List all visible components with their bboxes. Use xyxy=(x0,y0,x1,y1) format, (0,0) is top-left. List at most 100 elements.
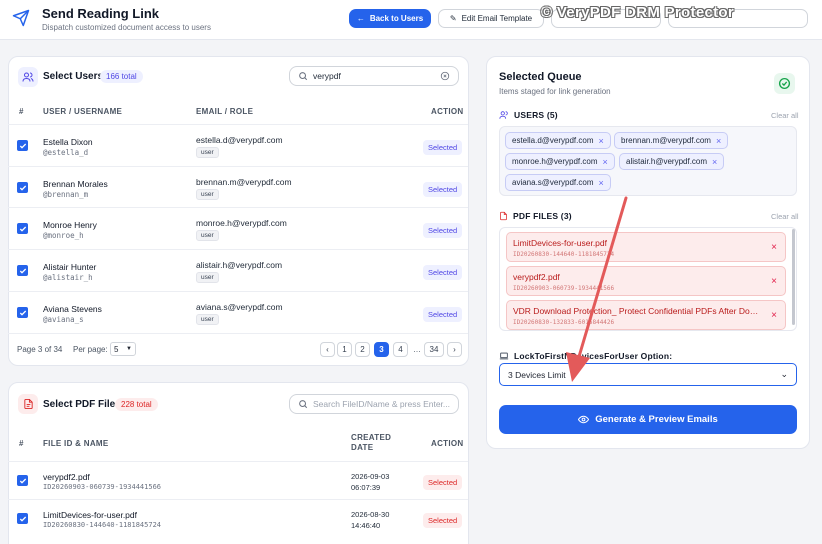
col-header-email: EMAIL / ROLE xyxy=(196,107,254,116)
row-checkbox[interactable] xyxy=(17,140,28,151)
send-icon xyxy=(12,9,30,27)
chip-label: alistair.h@verypdf.com xyxy=(626,157,708,166)
pagination-page-2[interactable]: 2 xyxy=(355,342,370,357)
user-role: user xyxy=(196,230,219,241)
annotation-arrow xyxy=(566,196,628,382)
page-info: Page 3 of 34 xyxy=(17,345,63,354)
users-icon xyxy=(499,111,508,119)
pagination-page-34[interactable]: 34 xyxy=(424,342,444,357)
file-id: ID20260903-060739-1934441566 xyxy=(43,483,162,491)
device-limit-value: 3 Devices Limit xyxy=(508,369,566,380)
back-to-users-button[interactable]: ← Back to Users xyxy=(349,9,431,28)
clear-all-users-button[interactable]: Clear all xyxy=(771,111,799,120)
row-checkbox[interactable] xyxy=(17,182,28,193)
col-header-index: # xyxy=(19,439,24,448)
check-circle-icon xyxy=(778,77,791,90)
close-icon[interactable]: × xyxy=(603,157,608,167)
selected-button[interactable]: Selected xyxy=(423,223,463,238)
per-page-select[interactable]: 5 ▼ xyxy=(110,342,136,356)
close-icon[interactable]: × xyxy=(716,136,721,146)
queue-title: Selected Queue xyxy=(499,71,582,83)
check-icon xyxy=(19,143,26,149)
selected-button[interactable]: Selected xyxy=(423,513,463,528)
generate-label: Generate & Preview Emails xyxy=(595,414,718,425)
user-name: Monroe Henry xyxy=(43,220,97,230)
user-handle: @alistair_h xyxy=(43,273,93,282)
user-name: Aviana Stevens xyxy=(43,304,102,314)
page-subtitle: Dispatch customized document access to u… xyxy=(42,23,211,32)
selected-button[interactable]: Selected xyxy=(423,475,463,490)
users-icon xyxy=(18,67,38,87)
file-name: verypdf2.pdf xyxy=(43,472,90,482)
user-email: alistair.h@verypdf.com xyxy=(196,260,283,270)
files-scrollbar[interactable] xyxy=(792,229,795,325)
check-icon xyxy=(19,226,26,232)
pagination-page-4[interactable]: 4 xyxy=(393,342,408,357)
table-row[interactable]: Alistair Hunter @alistair_h alistair.h@v… xyxy=(8,249,468,290)
eye-icon xyxy=(578,415,590,424)
user-chip[interactable]: aviana.s@verypdf.com × xyxy=(505,174,611,191)
pdf-file-icon xyxy=(500,211,507,221)
close-icon[interactable]: × xyxy=(771,242,777,253)
col-header-index: # xyxy=(19,107,24,116)
pagination-prev[interactable]: ‹ xyxy=(320,342,335,357)
clear-all-files-button[interactable]: Clear all xyxy=(771,212,799,221)
check-icon xyxy=(19,516,26,522)
file-created-date: 2026-09-03 xyxy=(351,472,390,481)
chip-label: aviana.s@verypdf.com xyxy=(512,178,594,187)
user-chip[interactable]: alistair.h@verypdf.com × xyxy=(619,153,725,170)
col-header-user: USER / USERNAME xyxy=(43,107,123,116)
col-header-date: DATE xyxy=(351,443,374,452)
close-icon[interactable]: × xyxy=(599,178,604,188)
queue-subtitle: Items staged for link generation xyxy=(499,87,611,96)
file-id: ID20260830-144640-1181845724 xyxy=(43,521,162,529)
search-icon xyxy=(299,72,308,81)
pagination-page-3[interactable]: 3 xyxy=(374,342,389,357)
file-created-date: 2026-08-30 xyxy=(351,510,390,519)
watermark-text: © VeryPDF DRM Protector xyxy=(541,4,734,21)
row-checkbox[interactable] xyxy=(17,307,28,318)
user-email: brennan.m@verypdf.com xyxy=(196,177,292,187)
edit-template-label: Edit Email Template xyxy=(461,14,533,23)
selected-button[interactable]: Selected xyxy=(423,307,463,322)
generate-preview-button[interactable]: Generate & Preview Emails xyxy=(499,405,797,434)
selected-button[interactable]: Selected xyxy=(423,140,463,155)
queue-users-label: USERS (5) xyxy=(499,110,558,120)
table-row[interactable]: Monroe Henry @monroe_h monroe.h@verypdf.… xyxy=(8,207,468,248)
user-chip[interactable]: estella.d@verypdf.com × xyxy=(505,132,611,149)
edit-email-template-button[interactable]: ✎ Edit Email Template xyxy=(438,9,544,28)
pdf-search-input[interactable] xyxy=(313,399,450,409)
laptop-icon xyxy=(499,352,509,360)
file-name: LimitDevices-for-user.pdf xyxy=(43,510,138,520)
table-row[interactable]: LimitDevices-for-user.pdf ID20260830-144… xyxy=(8,499,468,536)
row-checkbox[interactable] xyxy=(17,265,28,276)
device-limit-select[interactable]: 3 Devices Limit ⌄ xyxy=(499,363,797,386)
table-row[interactable]: Aviana Stevens @aviana_s aviana.s@verypd… xyxy=(8,291,468,332)
pdf-file-icon xyxy=(18,394,38,414)
table-row[interactable]: Estella Dixon @estella_d estella.d@veryp… xyxy=(8,124,468,165)
table-row[interactable]: verypdf2.pdf ID20260903-060739-193444156… xyxy=(8,461,468,498)
user-chip[interactable]: monroe.h@verypdf.com × xyxy=(505,153,615,170)
row-checkbox[interactable] xyxy=(17,223,28,234)
pagination-next[interactable]: › xyxy=(447,342,462,357)
user-email: estella.d@verypdf.com xyxy=(196,135,283,145)
user-handle: @aviana_s xyxy=(43,315,84,324)
pagination-ellipsis: … xyxy=(413,345,421,354)
close-icon[interactable]: × xyxy=(771,310,777,321)
users-search-input[interactable] xyxy=(313,71,435,81)
close-icon[interactable]: × xyxy=(599,136,604,146)
close-icon[interactable]: × xyxy=(712,157,717,167)
row-checkbox[interactable] xyxy=(17,513,28,524)
selected-button[interactable]: Selected xyxy=(423,182,463,197)
close-icon[interactable]: × xyxy=(771,276,777,287)
user-handle: @brennan_m xyxy=(43,190,89,199)
selected-button[interactable]: Selected xyxy=(423,265,463,280)
table-row[interactable]: Brennan Morales @brennan_m brennan.m@ver… xyxy=(8,166,468,207)
back-to-users-label: Back to Users xyxy=(369,14,424,23)
clear-search-icon[interactable] xyxy=(440,71,450,81)
queue-file-item: verypdf2.pdf ID20260903-060739-193444156… xyxy=(506,266,786,296)
user-chip[interactable]: brennan.m@verypdf.com × xyxy=(614,132,729,149)
user-handle: @monroe_h xyxy=(43,231,84,240)
pagination-page-1[interactable]: 1 xyxy=(337,342,352,357)
row-checkbox[interactable] xyxy=(17,475,28,486)
